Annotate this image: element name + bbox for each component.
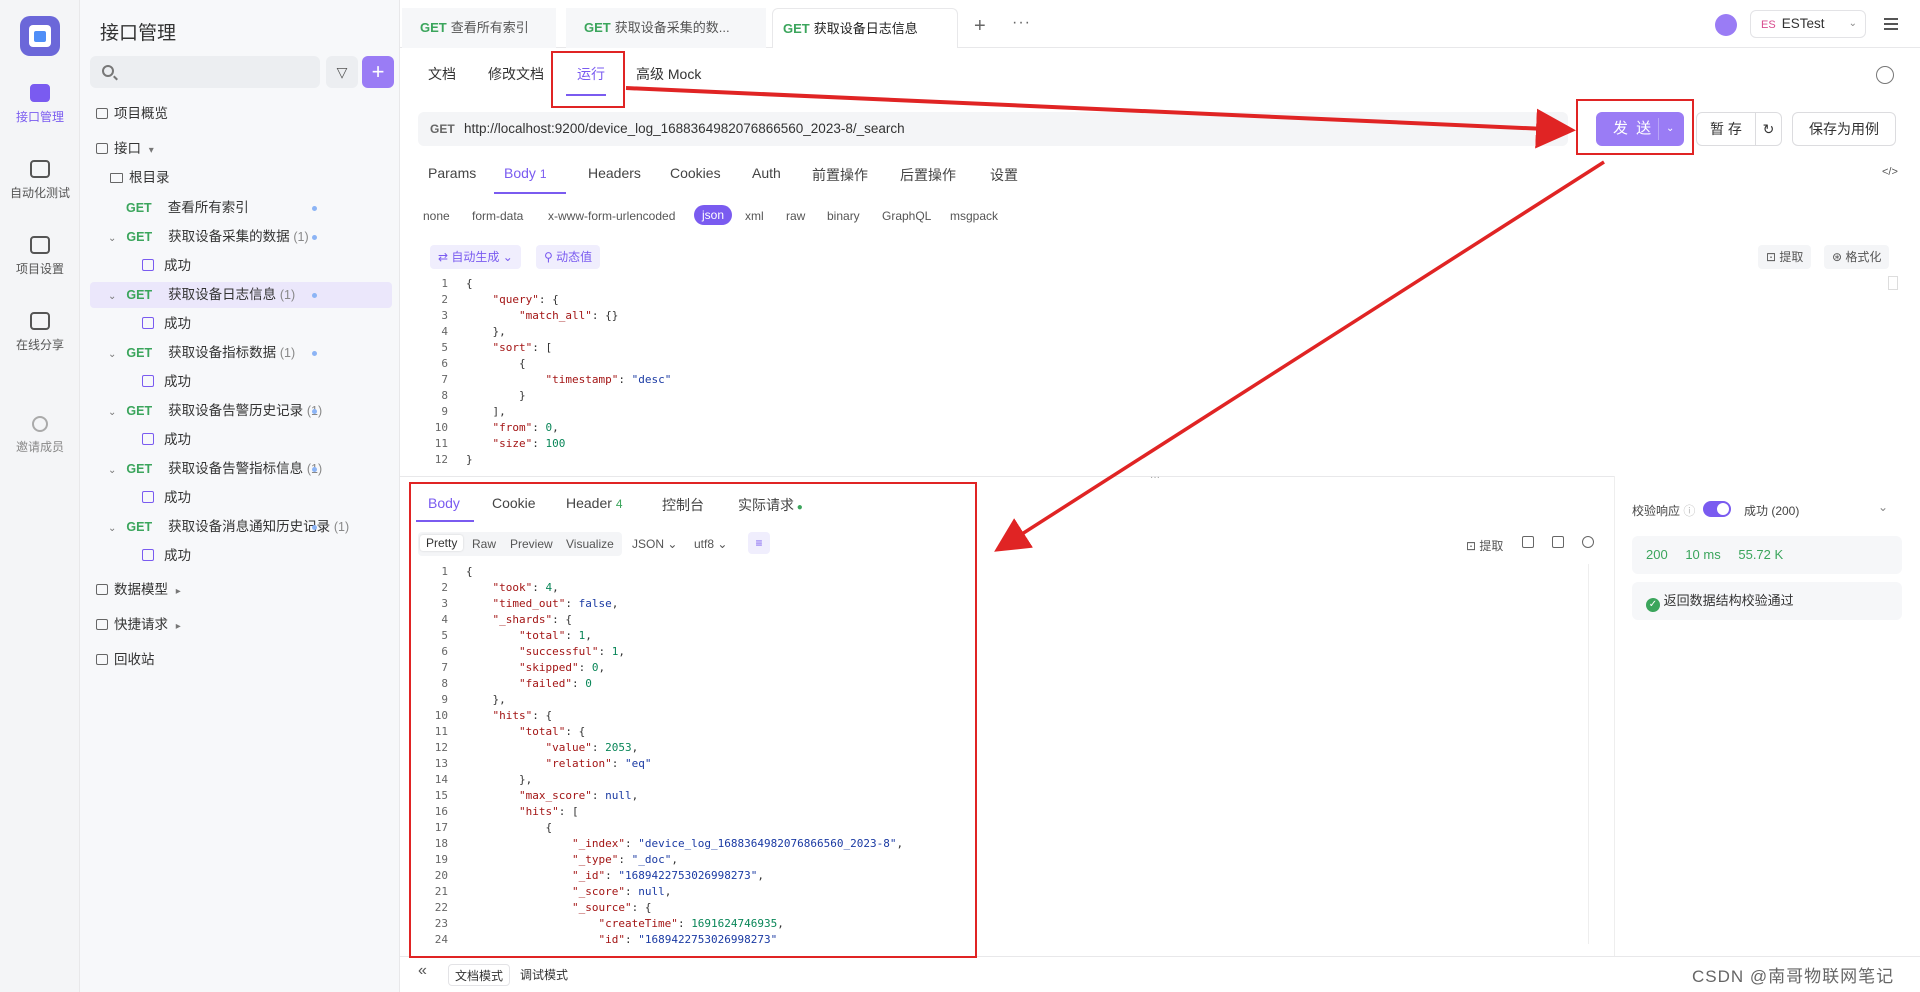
app-window: 接口管理 自动化测试 项目设置 在线分享 邀请成员 接口管理 ▽ + 项目概览 … [0,0,1920,992]
arrow-send-to-response [994,160,1605,552]
arrow-run-to-send [625,86,1576,149]
annotation-arrows [625,86,1605,552]
